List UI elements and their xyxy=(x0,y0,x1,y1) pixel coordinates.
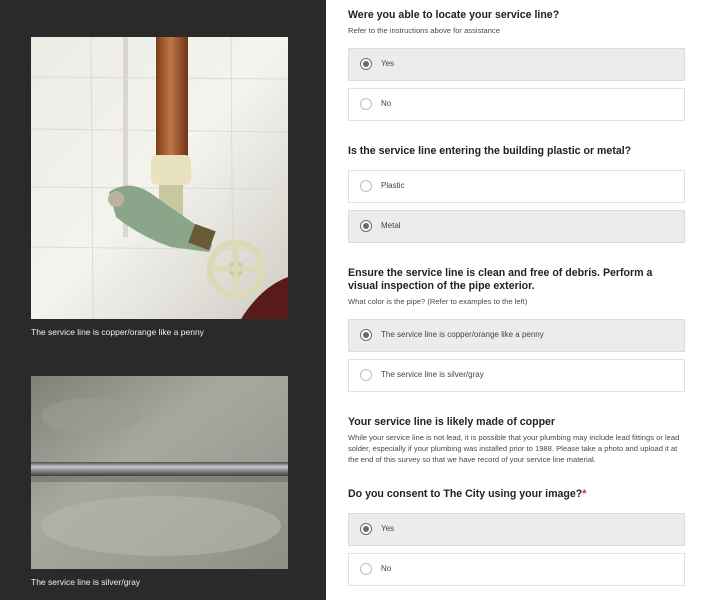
radio-checked-icon[interactable] xyxy=(360,329,372,341)
q3-option-copper[interactable]: The service line is copper/orange like a… xyxy=(348,319,685,352)
option-label: Yes xyxy=(381,59,395,68)
q1-option-no[interactable]: No xyxy=(348,88,685,121)
q3-title: Ensure the service line is clean and fre… xyxy=(348,267,653,292)
option-label: Yes xyxy=(381,524,395,533)
q3-option-silver[interactable]: The service line is silver/gray xyxy=(348,359,685,392)
q1-subtitle: Refer to the instructions above for assi… xyxy=(348,26,500,35)
q4-option-no[interactable]: No xyxy=(348,553,685,586)
option-label: No xyxy=(381,99,392,108)
reference-panel: The service line is copper/orange like a… xyxy=(0,0,326,600)
radio-unchecked-icon[interactable] xyxy=(360,98,372,110)
required-asterisk: * xyxy=(582,488,587,500)
q4-title: Do you consent to The City using your im… xyxy=(348,488,678,501)
galvanized-caption: The service line is silver/gray xyxy=(31,577,141,587)
radio-checked-icon[interactable] xyxy=(360,523,372,535)
copper-caption: The service line is copper/orange like a… xyxy=(31,327,204,337)
info-body: While your service line is not lead, it … xyxy=(348,433,680,464)
option-label: The service line is copper/orange like a… xyxy=(381,330,544,339)
q3-subtitle: What color is the pipe? (Refer to exampl… xyxy=(348,297,528,306)
q2-title: Is the service line entering the buildin… xyxy=(348,145,632,157)
option-label: No xyxy=(381,564,392,573)
q4-title-text: Do you consent to The City using your im… xyxy=(348,488,583,500)
info-title: Your service line is likely made of copp… xyxy=(348,416,556,428)
copper-pipe-photo xyxy=(31,37,288,319)
option-label: The service line is silver/gray xyxy=(381,370,484,379)
q1-title: Were you able to locate your service lin… xyxy=(348,9,560,21)
q2-option-metal[interactable]: Metal xyxy=(348,210,685,243)
option-label: Plastic xyxy=(381,181,405,190)
radio-checked-icon[interactable] xyxy=(360,220,372,232)
q1-option-yes[interactable]: Yes xyxy=(348,48,685,81)
radio-unchecked-icon[interactable] xyxy=(360,563,372,575)
radio-checked-icon[interactable] xyxy=(360,58,372,70)
radio-unchecked-icon[interactable] xyxy=(360,180,372,192)
q2-option-plastic[interactable]: Plastic xyxy=(348,170,685,203)
radio-unchecked-icon[interactable] xyxy=(360,369,372,381)
option-label: Metal xyxy=(381,221,401,230)
galvanized-pipe-photo xyxy=(31,376,288,569)
q4-option-yes[interactable]: Yes xyxy=(348,513,685,546)
